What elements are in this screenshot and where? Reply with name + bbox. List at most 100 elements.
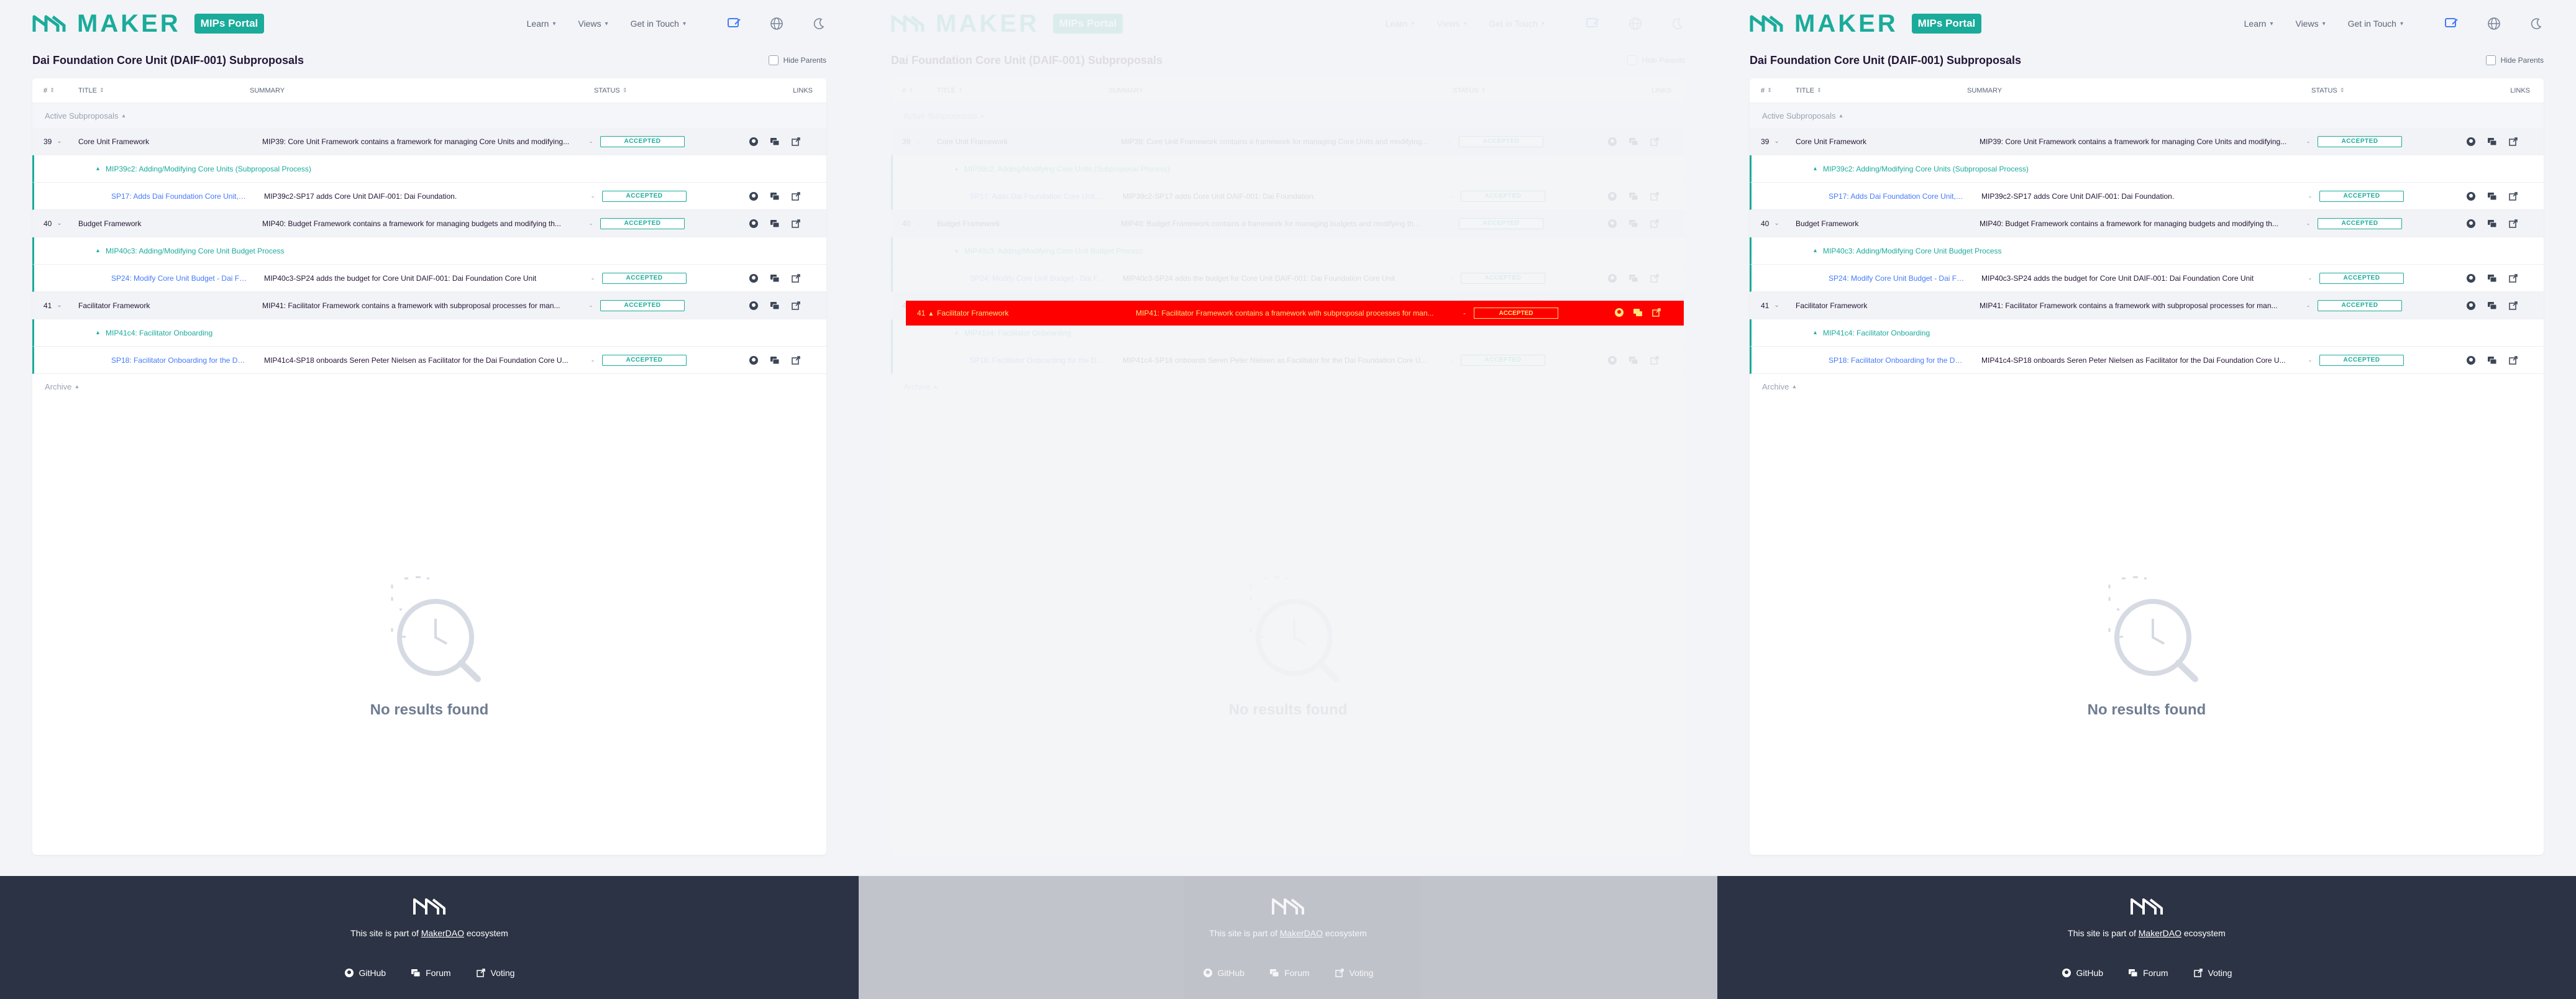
forum-icon[interactable] xyxy=(1633,308,1643,319)
forum-icon[interactable] xyxy=(2487,191,2498,202)
footer-voting-link[interactable]: Voting xyxy=(1335,968,1373,978)
globe-icon[interactable] xyxy=(1628,16,1643,31)
external-link-icon[interactable] xyxy=(1649,218,1660,229)
github-icon[interactable] xyxy=(2465,136,2477,147)
table-row[interactable]: SP18: Facilitator Onboarding for the Da.… xyxy=(891,347,1685,374)
table-row[interactable]: SP24: Modify Core Unit Budget - Dai Fo..… xyxy=(1750,265,2544,292)
forum-icon[interactable] xyxy=(2487,273,2498,284)
archive-toggle[interactable]: Archive ▴ xyxy=(32,374,826,399)
hide-parents-checkbox[interactable] xyxy=(2485,55,2496,65)
footer-github-link[interactable]: GitHub xyxy=(2062,968,2103,978)
subproposal-process-row[interactable]: ▴ MIP40c3: Adding/Modifying Core Unit Bud… xyxy=(32,237,826,265)
nav-get-in-touch[interactable]: Get in Touch ▾ xyxy=(1489,19,1545,29)
nav-learn[interactable]: Learn ▾ xyxy=(527,19,556,29)
github-icon[interactable] xyxy=(1607,273,1618,284)
theme-toggle-icon[interactable] xyxy=(811,16,826,31)
forum-icon[interactable] xyxy=(769,300,780,311)
col-header-title[interactable]: TITLE ⇕ xyxy=(918,87,1105,94)
process-title[interactable]: MIP41c4: Facilitator Onboarding xyxy=(106,329,212,337)
subproposal-process-row[interactable]: ▴ MIP39c2: Adding/Modifying Core Units (S… xyxy=(1750,155,2544,183)
github-icon[interactable] xyxy=(748,191,759,202)
github-icon[interactable] xyxy=(748,273,759,284)
hide-parents-checkbox[interactable] xyxy=(1627,55,1637,65)
feedback-icon[interactable] xyxy=(2444,16,2459,31)
collapse-caret-icon[interactable]: ▴ xyxy=(1814,165,1817,172)
process-title[interactable]: MIP40c3: Adding/Modifying Core Unit Budg… xyxy=(106,247,284,255)
footer-github-link[interactable]: GitHub xyxy=(1203,968,1245,978)
table-row[interactable]: 40 ⌄ Budget Framework MIP40: Budget Framewo… xyxy=(32,210,826,237)
makerdao-link[interactable]: MakerDAO xyxy=(421,928,464,938)
collapse-caret-icon[interactable]: ▴ xyxy=(96,329,99,336)
forum-icon[interactable] xyxy=(769,273,780,284)
nav-learn[interactable]: Learn ▾ xyxy=(2244,19,2273,29)
footer-maker-logo-icon[interactable] xyxy=(859,897,1717,916)
external-link-icon[interactable] xyxy=(2508,300,2519,311)
footer-github-link[interactable]: GitHub xyxy=(344,968,386,978)
subproposal-process-row[interactable]: ▴ MIP41c4: Facilitator Onboarding xyxy=(32,319,826,347)
table-row[interactable]: 41⌄Facilitator FrameworkMIP41: Facilitat… xyxy=(1750,292,2544,319)
row-title[interactable]: SP24: Modify Core Unit Budget - Dai Fo..… xyxy=(920,274,1107,283)
hide-parents-toggle[interactable]: Hide Parents xyxy=(2485,55,2544,65)
footer-voting-link[interactable]: Voting xyxy=(2193,968,2232,978)
nav-get-in-touch[interactable]: Get in Touch ▾ xyxy=(631,19,686,29)
forum-icon[interactable] xyxy=(2487,218,2498,229)
nav-views[interactable]: Views ▾ xyxy=(1436,19,1466,29)
col-header-status[interactable]: STATUS ⇕ xyxy=(2311,87,2423,94)
forum-icon[interactable] xyxy=(769,191,780,202)
active-subproposals-toggle[interactable]: Active Subproposals ▴ xyxy=(1750,103,2544,128)
table-row[interactable]: 40 ⌄ Budget Framework MIP40: Budget Framewo… xyxy=(891,210,1685,237)
github-icon[interactable] xyxy=(2465,300,2477,311)
subproposal-process-row[interactable]: ▴ MIP41c4: Facilitator Onboarding xyxy=(1750,319,2544,347)
maker-logo[interactable]: MAKER MIPs Portal xyxy=(32,10,265,38)
collapse-caret-icon[interactable]: ▴ xyxy=(96,247,99,254)
hide-parents-checkbox[interactable] xyxy=(768,55,779,65)
github-icon[interactable] xyxy=(1607,191,1618,202)
forum-icon[interactable] xyxy=(769,136,780,147)
hide-parents-toggle[interactable]: Hide Parents xyxy=(768,55,826,65)
row-title[interactable]: SP18: Facilitator Onboarding for the Da.… xyxy=(920,356,1107,365)
subproposal-process-row[interactable]: ▴ MIP40c3: Adding/Modifying Core Unit Bud… xyxy=(1750,237,2544,265)
subproposal-process-row[interactable]: ▴ MIP40c3: Adding/Modifying Core Unit Bud… xyxy=(891,237,1685,265)
table-row[interactable]: SP24: Modify Core Unit Budget - Dai Fo..… xyxy=(32,265,826,292)
forum-icon[interactable] xyxy=(1628,218,1639,229)
col-header-title[interactable]: TITLE ⇕ xyxy=(60,87,246,94)
github-icon[interactable] xyxy=(2465,218,2477,229)
row-title[interactable]: Budget Framework xyxy=(918,219,1105,228)
table-row[interactable]: 39 ⌄ Core Unit Framework MIP39: Core Unit F… xyxy=(32,128,826,155)
row-title[interactable]: Facilitator Framework xyxy=(60,301,246,310)
external-link-icon[interactable] xyxy=(2508,136,2519,147)
external-link-icon[interactable] xyxy=(790,300,802,311)
col-header-title[interactable]: TITLE ⇕ xyxy=(1777,87,1963,94)
table-row[interactable]: 39 ⌄ Core Unit Framework MIP39: Core Unit F… xyxy=(891,128,1685,155)
col-header-number[interactable]: # ⇕ xyxy=(1750,87,1777,94)
collapse-caret-icon[interactable]: ▴ xyxy=(1814,329,1817,336)
process-title[interactable]: MIP40c3: Adding/Modifying Core Unit Budg… xyxy=(964,247,1143,255)
forum-icon[interactable] xyxy=(2487,355,2498,366)
row-title[interactable]: Core Unit Framework xyxy=(60,137,246,146)
github-icon[interactable] xyxy=(2465,191,2477,202)
external-link-icon[interactable] xyxy=(1649,191,1660,202)
footer-forum-link[interactable]: Forum xyxy=(1269,968,1310,978)
maker-logo[interactable]: MAKER MIPs Portal xyxy=(891,10,1123,38)
nav-learn[interactable]: Learn ▾ xyxy=(1386,19,1415,29)
forum-icon[interactable] xyxy=(769,218,780,229)
subproposal-process-row[interactable]: ▴ MIP39c2: Adding/Modifying Core Units (S… xyxy=(32,155,826,183)
github-icon[interactable] xyxy=(1607,218,1618,229)
github-icon[interactable] xyxy=(2465,273,2477,284)
feedback-icon[interactable] xyxy=(727,16,742,31)
external-link-icon[interactable] xyxy=(790,355,802,366)
nav-views[interactable]: Views ▾ xyxy=(578,19,608,29)
forum-icon[interactable] xyxy=(1628,191,1639,202)
subproposal-process-row[interactable]: ▴ MIP39c2: Adding/Modifying Core Units (S… xyxy=(891,155,1685,183)
process-title[interactable]: MIP39c2: Adding/Modifying Core Units (Su… xyxy=(1823,165,2029,173)
highlighted-row[interactable]: 41 ▴ Facilitator Framework MIP41: Facilit… xyxy=(906,301,1684,326)
row-title[interactable]: SP18: Facilitator Onboarding for the Da.… xyxy=(1779,356,1965,365)
row-title[interactable]: Facilitator Framework xyxy=(1777,301,1963,310)
collapse-caret-icon[interactable]: ▴ xyxy=(96,165,99,172)
row-title[interactable]: SP18: Facilitator Onboarding for the Da.… xyxy=(62,356,248,365)
footer-maker-logo-icon[interactable] xyxy=(0,897,859,916)
github-icon[interactable] xyxy=(748,355,759,366)
process-title[interactable]: MIP40c3: Adding/Modifying Core Unit Budg… xyxy=(1823,247,2001,255)
table-row[interactable]: SP18: Facilitator Onboarding for the Da.… xyxy=(1750,347,2544,374)
external-link-icon[interactable] xyxy=(2508,191,2519,202)
